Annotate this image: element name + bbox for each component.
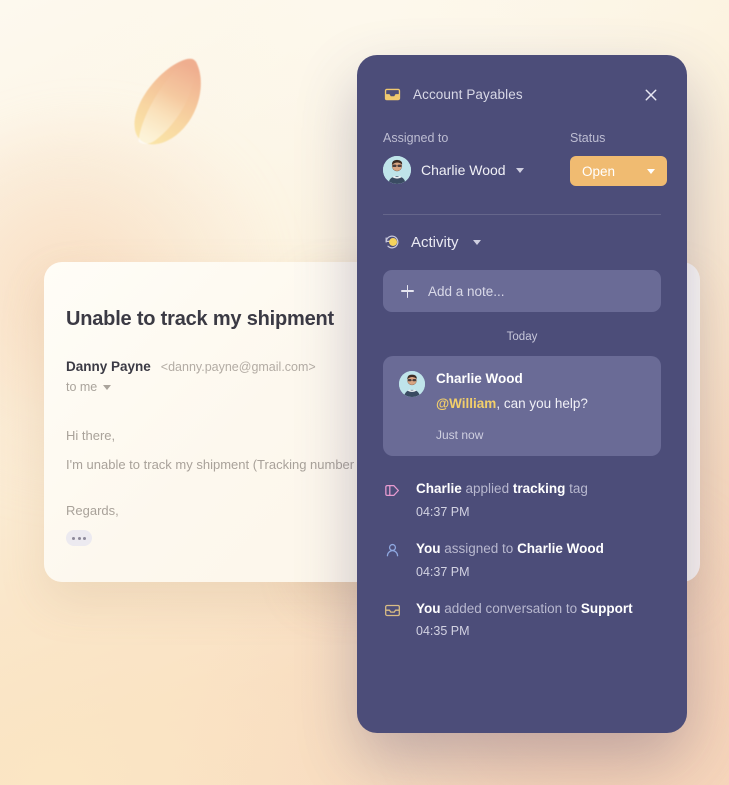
- plus-icon: [401, 284, 414, 298]
- feed-text: You added conversation to Support: [416, 600, 661, 618]
- conversation-details-panel: Account Payables Assigned to Charlie Woo…: [357, 55, 687, 733]
- dot: [83, 536, 86, 540]
- email-sender-name: Danny Payne: [66, 359, 151, 374]
- email-expand-button[interactable]: [66, 530, 92, 547]
- assignee-name: Charlie Wood: [421, 162, 506, 178]
- inbox-icon: [383, 601, 402, 620]
- list-item: You assigned to Charlie Wood 04:37 PM: [383, 540, 661, 579]
- list-item-body: Charlie applied tracking tag 04:37 PM: [416, 480, 661, 519]
- feed-actor: Charlie: [416, 481, 462, 497]
- note-author: Charlie Wood: [436, 371, 523, 386]
- dot: [77, 536, 81, 540]
- activity-section-toggle[interactable]: Activity: [357, 233, 687, 251]
- dot: [72, 536, 75, 540]
- feed-middle: assigned to: [440, 540, 518, 556]
- panel-title: Account Payables: [413, 87, 523, 102]
- status-group: Status Open: [570, 131, 667, 186]
- email-meta: Danny Payne <danny.payne@gmail.com>: [66, 359, 400, 374]
- feed-target: Charlie Wood: [517, 540, 604, 556]
- assigned-to-label: Assigned to: [383, 131, 449, 145]
- feed-target: tracking: [512, 481, 566, 497]
- note-content: Charlie Wood @William, can you help?: [436, 371, 588, 412]
- feed-actor: You: [416, 540, 441, 556]
- note-timestamp: Just now: [436, 428, 484, 443]
- activity-history-icon: [385, 235, 399, 249]
- activity-title: Activity: [411, 233, 459, 251]
- activity-feed: Charlie applied tracking tag 04:37 PM Yo…: [357, 480, 687, 638]
- assigned-to-group: Assigned to Charlie Wood: [383, 131, 570, 186]
- list-item: Charlie applied tracking tag 04:37 PM: [383, 480, 661, 519]
- feed-actor: You: [416, 600, 441, 616]
- status-value: Open: [582, 163, 616, 179]
- divider: [383, 214, 661, 215]
- chevron-down-icon: [515, 167, 524, 173]
- avatar: [399, 371, 425, 397]
- chevron-down-icon: [103, 384, 112, 390]
- inbox-icon: [384, 88, 401, 101]
- email-subject: Unable to track my shipment: [66, 308, 334, 330]
- note-mention[interactable]: @William: [436, 396, 496, 411]
- status-label: Status: [570, 131, 606, 145]
- tag-icon: [383, 481, 402, 500]
- note-message: , can you help?: [496, 395, 588, 411]
- day-separator: Today: [506, 331, 538, 343]
- email-recipient-label: to me: [66, 380, 98, 394]
- panel-header: Account Payables: [357, 55, 687, 104]
- chevron-down-icon: [647, 168, 655, 174]
- email-body-line: I'm unable to track my shipment (Trackin…: [66, 456, 355, 472]
- user-icon: [383, 541, 402, 560]
- feed-text: You assigned to Charlie Wood: [416, 540, 661, 558]
- feed-suffix: tag: [565, 481, 588, 497]
- note-header: Charlie Wood @William, can you help?: [399, 371, 645, 412]
- close-icon[interactable]: [641, 85, 661, 105]
- feed-middle: applied: [461, 481, 513, 497]
- email-recipient-toggle[interactable]: to me: [66, 380, 400, 394]
- note-card: Charlie Wood @William, can you help? Jus…: [383, 356, 661, 457]
- feed-timestamp: 04:37 PM: [416, 504, 470, 519]
- list-item-body: You assigned to Charlie Wood 04:37 PM: [416, 540, 661, 579]
- list-item-body: You added conversation to Support 04:35 …: [416, 600, 661, 639]
- email-signoff: Regards,: [66, 503, 119, 519]
- assignee-selector[interactable]: Charlie Wood: [383, 156, 570, 184]
- feed-timestamp: 04:37 PM: [416, 564, 470, 579]
- note-text: @William, can you help?: [436, 395, 588, 413]
- email-body: Hi there, I'm unable to track my shipmen…: [66, 424, 400, 477]
- email-card: Unable to track my shipment Danny Payne …: [44, 262, 400, 582]
- feed-middle: added conversation to: [440, 600, 581, 616]
- feed-text: Charlie applied tracking tag: [416, 480, 661, 498]
- add-note-label: Add a note...: [428, 283, 505, 299]
- add-note-button[interactable]: Add a note...: [383, 270, 661, 312]
- feed-target: Support: [580, 600, 633, 616]
- list-item: You added conversation to Support 04:35 …: [383, 600, 661, 639]
- email-sender-address: <danny.payne@gmail.com>: [160, 360, 316, 374]
- assignment-row: Assigned to Charlie Wood Status Open: [357, 131, 687, 186]
- chevron-down-icon: [472, 239, 481, 245]
- avatar: [383, 156, 411, 184]
- feed-timestamp: 04:35 PM: [416, 624, 470, 639]
- status-badge[interactable]: Open: [570, 156, 667, 186]
- email-greeting: Hi there,: [66, 428, 116, 443]
